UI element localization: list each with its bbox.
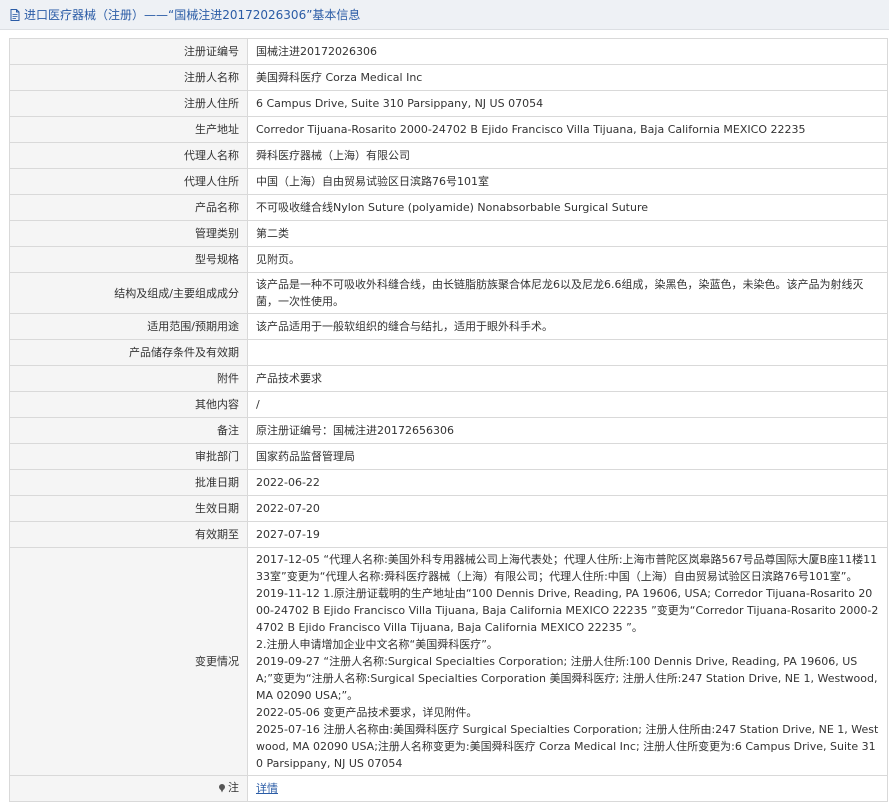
row-label: 审批部门 [9, 443, 248, 470]
info-row: 其他内容 / [9, 391, 888, 418]
info-row: 结构及组成/主要组成成分 该产品是一种不可吸收外科缝合线，由长链脂肪族聚合体尼龙6… [9, 272, 888, 314]
info-row: 型号规格 见附页。 [9, 246, 888, 273]
info-row: 注册证编号 国械注进20172026306 [9, 38, 888, 65]
row-label: 其他内容 [9, 391, 248, 418]
row-value: 国家药品监督管理局 [247, 443, 888, 470]
row-value: / [247, 391, 888, 418]
change-history-row: 变更情况 2017-12-05 “代理人名称:美国外科专用器械公司上海代表处；代… [9, 547, 888, 776]
info-row: 有效期至 2027-07-19 [9, 521, 888, 548]
change-entry: 2019-11-12 1.原注册证载明的生产地址由“100 Dennis Dri… [256, 587, 879, 634]
row-label-changes: 变更情况 [9, 547, 248, 776]
row-label: 适用范围/预期用途 [9, 313, 248, 340]
row-value: 2022-07-20 [247, 495, 888, 522]
info-row: 注册人住所 6 Campus Drive, Suite 310 Parsippan… [9, 90, 888, 117]
pin-icon [219, 783, 225, 793]
row-label: 注册人住所 [9, 90, 248, 117]
row-label: 型号规格 [9, 246, 248, 273]
device-info-table: 注册证编号 国械注进20172026306 注册人名称 美国舜科医疗 Corza Me… [9, 38, 888, 802]
row-value: 见附页。 [247, 246, 888, 273]
row-value: 中国（上海）自由贸易试验区日滨路76号101室 [247, 168, 888, 195]
row-label: 备注 [9, 417, 248, 444]
row-value: 第二类 [247, 220, 888, 247]
row-value: 不可吸收缝合线Nylon Suture (polyamide) Nonabsor… [247, 194, 888, 221]
row-label: 批准日期 [9, 469, 248, 496]
row-label: 管理类别 [9, 220, 248, 247]
info-table-tail: 变更情况 2017-12-05 “代理人名称:美国外科专用器械公司上海代表处；代… [9, 547, 888, 802]
info-row: 注册人名称 美国舜科医疗 Corza Medical Inc [9, 64, 888, 91]
note-label: 注 [217, 779, 239, 796]
row-value: 2027-07-19 [247, 521, 888, 548]
row-label: 附件 [9, 365, 248, 392]
info-row: 适用范围/预期用途 该产品适用于一般软组织的缝合与结扎，适用于眼外科手术。 [9, 313, 888, 340]
change-entry: 2025-07-16 注册人名称由:美国舜科医疗 Surgical Specia… [256, 723, 879, 770]
info-row: 审批部门 国家药品监督管理局 [9, 443, 888, 470]
info-row: 产品储存条件及有效期 [9, 339, 888, 366]
document-icon [10, 8, 20, 21]
row-label: 生产地址 [9, 116, 248, 143]
row-label: 结构及组成/主要组成成分 [9, 272, 248, 314]
row-label: 生效日期 [9, 495, 248, 522]
info-row: 备注 原注册证编号：国械注进20172656306 [9, 417, 888, 444]
info-row: 产品名称 不可吸收缝合线Nylon Suture (polyamide) Nona… [9, 194, 888, 221]
info-table-container: 注册证编号 国械注进20172026306 注册人名称 美国舜科医疗 Corza Me… [9, 38, 888, 802]
row-label: 代理人住所 [9, 168, 248, 195]
page-header: 进口医疗器械（注册）——“国械注进20172026306”基本信息 [0, 0, 889, 30]
row-label: 有效期至 [9, 521, 248, 548]
change-entry: 2.注册人申请增加企业中文名称“美国舜科医疗”。 [256, 638, 498, 651]
row-value: 2022-06-22 [247, 469, 888, 496]
row-value: 该产品适用于一般软组织的缝合与结扎，适用于眼外科手术。 [247, 313, 888, 340]
row-value: Corredor Tijuana-Rosarito 2000-24702 B E… [247, 116, 888, 143]
row-label: 代理人名称 [9, 142, 248, 169]
row-value: 舜科医疗器械（上海）有限公司 [247, 142, 888, 169]
change-entry: 2022-05-06 变更产品技术要求，详见附件。 [256, 706, 478, 719]
row-label: 产品名称 [9, 194, 248, 221]
row-label: 注册人名称 [9, 64, 248, 91]
row-value: 产品技术要求 [247, 365, 888, 392]
page-title: 进口医疗器械（注册）——“国械注进20172026306”基本信息 [24, 8, 361, 22]
row-value: 该产品是一种不可吸收外科缝合线，由长链脂肪族聚合体尼龙6以及尼龙6.6组成，染黑… [247, 272, 888, 314]
change-entry: 2019-09-27 “注册人名称:Surgical Specialties C… [256, 655, 878, 702]
row-value: 美国舜科医疗 Corza Medical Inc [247, 64, 888, 91]
row-label: 产品储存条件及有效期 [9, 339, 248, 366]
info-row: 代理人住所 中国（上海）自由贸易试验区日滨路76号101室 [9, 168, 888, 195]
note-label-text: 注 [228, 781, 239, 795]
info-row: 附件 产品技术要求 [9, 365, 888, 392]
info-row: 代理人名称 舜科医疗器械（上海）有限公司 [9, 142, 888, 169]
info-row: 生效日期 2022-07-20 [9, 495, 888, 522]
info-row: 生产地址 Corredor Tijuana-Rosarito 2000-24702… [9, 116, 888, 143]
detail-link[interactable]: 详情 [256, 782, 278, 795]
row-value [247, 339, 888, 366]
row-label: 注册证编号 [9, 38, 248, 65]
row-value: 国械注进20172026306 [247, 38, 888, 65]
info-row: 批准日期 2022-06-22 [9, 469, 888, 496]
row-value: 原注册证编号：国械注进20172656306 [247, 417, 888, 444]
change-entry: 2017-12-05 “代理人名称:美国外科专用器械公司上海代表处；代理人住所:… [256, 553, 878, 583]
info-row: 管理类别 第二类 [9, 220, 888, 247]
info-table-body: 注册证编号 国械注进20172026306 注册人名称 美国舜科医疗 Corza Me… [9, 38, 888, 548]
row-value: 6 Campus Drive, Suite 310 Parsippany, NJ… [247, 90, 888, 117]
change-history-value: 2017-12-05 “代理人名称:美国外科专用器械公司上海代表处；代理人住所:… [247, 547, 888, 776]
